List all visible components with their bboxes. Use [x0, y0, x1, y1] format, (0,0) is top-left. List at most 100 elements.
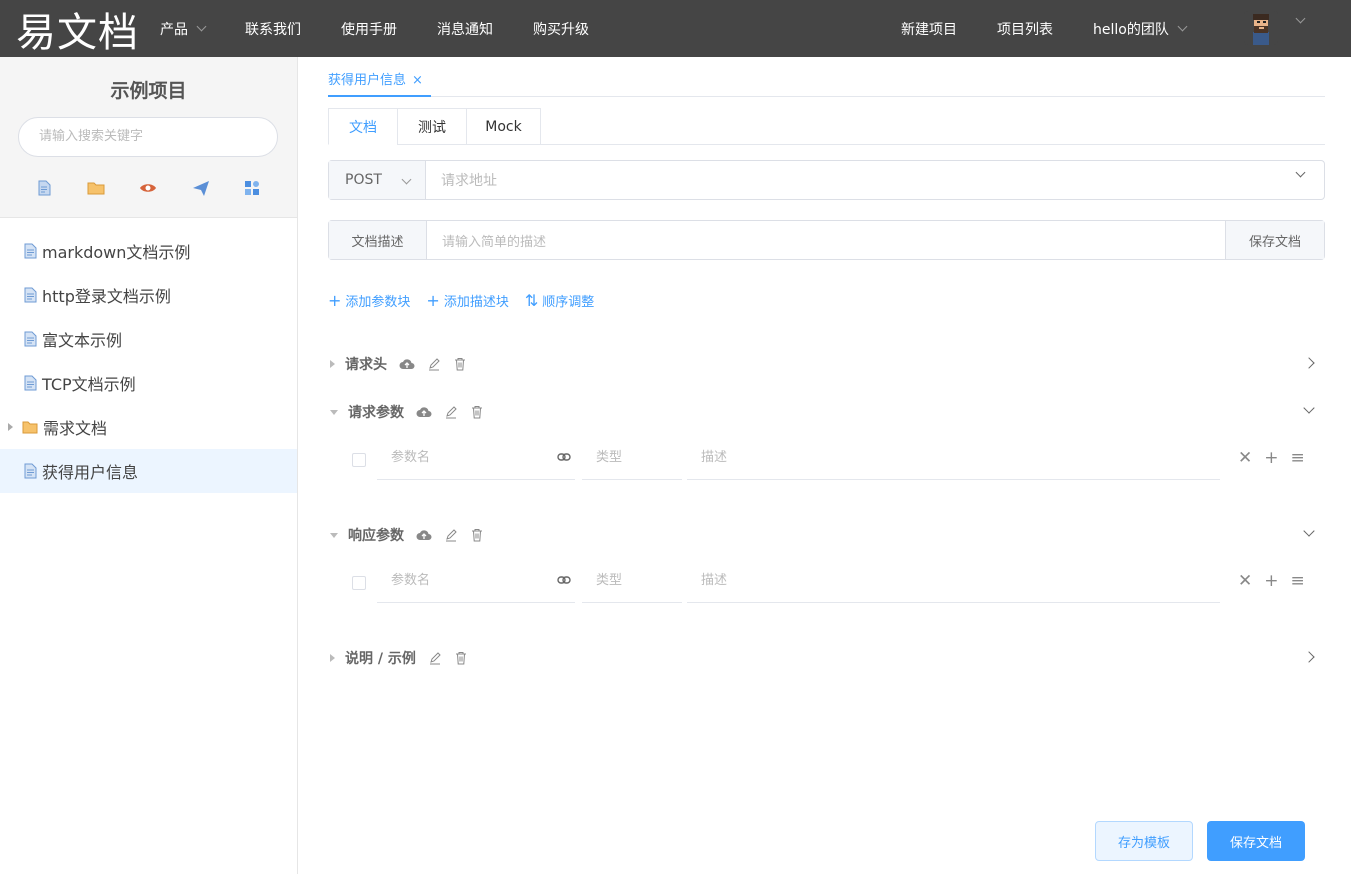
team-label: hello的团队 — [1093, 21, 1169, 38]
link-icon[interactable] — [557, 575, 571, 585]
chevron-down-icon[interactable] — [1295, 13, 1306, 24]
save-doc-button[interactable]: 保存文档 — [1207, 821, 1305, 861]
file-icon — [24, 375, 37, 391]
sidebar: 示例项目 请输入搜索关键字 markdown文档示例 http登录文档示例 富文… — [0, 57, 298, 874]
cloud-upload-icon[interactable] — [416, 528, 432, 542]
tree-item-label: TCP文档示例 — [42, 375, 136, 394]
tree-item-tcp[interactable]: TCP文档示例 — [0, 361, 297, 405]
section-example[interactable]: 说明 / 示例 — [328, 648, 1325, 668]
new-project-link[interactable]: 新建项目 — [901, 19, 957, 39]
section-title: 请求头 — [345, 357, 387, 373]
expand-arrow-icon — [330, 360, 335, 368]
nav-upgrade[interactable]: 购买升级 — [533, 19, 589, 39]
team-dropdown[interactable]: hello的团队 — [1093, 19, 1188, 39]
edit-icon[interactable] — [428, 651, 442, 665]
tree-item-label: http登录文档示例 — [42, 287, 171, 306]
chevron-right-icon[interactable] — [1303, 357, 1315, 369]
top-navbar: 易文档 产品 联系我们 使用手册 消息通知 购买升级 新建项目 项目列表 hel… — [0, 0, 1351, 57]
add-desc-block-button[interactable]: + 添加描述块 — [426, 291, 508, 310]
cloud-upload-icon[interactable] — [399, 357, 415, 371]
edit-icon[interactable] — [444, 405, 458, 419]
chevron-down-icon — [196, 21, 207, 31]
send-icon[interactable] — [192, 179, 210, 197]
trash-icon[interactable] — [470, 528, 484, 542]
param-desc-input[interactable]: 描述 — [687, 442, 1220, 480]
section-request-params[interactable]: 请求参数 — [328, 402, 1325, 422]
plus-icon[interactable]: + — [1264, 450, 1278, 467]
expand-arrow-icon[interactable] — [8, 423, 13, 431]
close-icon[interactable]: ✕ — [1238, 450, 1252, 467]
chevron-down-icon[interactable] — [1303, 525, 1315, 537]
avatar[interactable] — [1244, 11, 1278, 45]
section-request-headers[interactable]: 请求头 — [328, 354, 1325, 374]
response-param-row: 参数名 类型 描述 ✕ + ≡ — [328, 561, 1325, 603]
sidebar-tools — [0, 179, 298, 199]
chevron-down-icon[interactable] — [1303, 402, 1315, 414]
section-response-params[interactable]: 响应参数 — [328, 525, 1325, 545]
action-label: 顺序调整 — [542, 295, 595, 310]
chevron-down-icon[interactable] — [1295, 167, 1306, 178]
param-name-input[interactable]: 参数名 — [377, 442, 575, 480]
plus-icon[interactable]: + — [1264, 573, 1278, 590]
trash-icon[interactable] — [454, 651, 468, 665]
tree-item-richtext[interactable]: 富文本示例 — [0, 317, 297, 361]
avatar-image — [1253, 14, 1269, 45]
sidebar-header: 示例项目 请输入搜索关键字 — [0, 57, 297, 218]
collapse-arrow-icon — [330, 532, 338, 538]
chevron-down-icon — [401, 174, 412, 185]
edit-icon[interactable] — [427, 357, 441, 371]
folder-icon[interactable] — [87, 179, 105, 197]
menu-icon[interactable]: ≡ — [1291, 450, 1305, 467]
desc-save-button[interactable]: 保存文档 — [1225, 221, 1324, 259]
action-label: 添加描述块 — [443, 295, 509, 310]
grid-icon[interactable] — [243, 179, 261, 197]
param-type-input[interactable]: 类型 — [582, 442, 682, 480]
close-icon[interactable]: × — [412, 73, 423, 88]
tree-item-markdown[interactable]: markdown文档示例 — [0, 229, 297, 273]
param-checkbox[interactable] — [352, 453, 366, 467]
nav-manual[interactable]: 使用手册 — [341, 19, 397, 39]
project-title: 示例项目 — [110, 80, 187, 102]
add-param-block-button[interactable]: + 添加参数块 — [328, 291, 410, 310]
trash-icon[interactable] — [470, 405, 484, 419]
search-input[interactable]: 请输入搜索关键字 — [18, 117, 278, 157]
project-list-link[interactable]: 项目列表 — [997, 19, 1053, 39]
nav-notifications[interactable]: 消息通知 — [437, 19, 493, 39]
subtab-divider — [540, 144, 1325, 145]
tab-test[interactable]: 测试 — [397, 108, 467, 145]
file-icon[interactable] — [35, 179, 53, 197]
nav-product[interactable]: 产品 — [160, 19, 207, 39]
eye-icon[interactable] — [139, 179, 157, 197]
tab-doc[interactable]: 文档 — [328, 108, 398, 145]
tab-mock[interactable]: Mock — [466, 108, 541, 145]
edit-icon[interactable] — [444, 528, 458, 542]
param-checkbox[interactable] — [352, 576, 366, 590]
action-label: 添加参数块 — [345, 295, 411, 310]
tree-item-requirements[interactable]: 需求文档 — [0, 405, 297, 449]
save-template-button[interactable]: 存为模板 — [1095, 821, 1193, 861]
link-icon[interactable] — [557, 452, 571, 462]
chevron-right-icon[interactable] — [1303, 651, 1315, 663]
param-desc-input[interactable]: 描述 — [687, 565, 1220, 603]
menu-icon[interactable]: ≡ — [1291, 573, 1305, 590]
nav-contact[interactable]: 联系我们 — [245, 19, 301, 39]
tree-item-get-user-info[interactable]: 获得用户信息 — [0, 449, 297, 493]
tree-item-http-login[interactable]: http登录文档示例 — [0, 273, 297, 317]
logo[interactable]: 易文档 — [0, 0, 160, 58]
param-name-input[interactable]: 参数名 — [377, 565, 575, 603]
reorder-button[interactable]: ⇅ 顺序调整 — [525, 291, 594, 310]
method-select[interactable]: POST — [329, 161, 426, 199]
param-row-actions: ✕ + ≡ — [1238, 573, 1317, 590]
url-input[interactable]: 请求地址 — [426, 161, 1324, 199]
tree-item-label: 富文本示例 — [42, 331, 123, 350]
file-icon — [24, 331, 37, 347]
desc-input[interactable]: 请输入简单的描述 — [427, 221, 1225, 259]
nav-upgrade-label: 购买升级 — [533, 21, 589, 38]
url-placeholder: 请求地址 — [441, 173, 497, 189]
param-type-input[interactable]: 类型 — [582, 565, 682, 603]
trash-icon[interactable] — [453, 357, 467, 371]
cloud-upload-icon[interactable] — [416, 405, 432, 419]
nav-right: 新建项目 项目列表 hello的团队 — [901, 0, 1226, 57]
open-doc-tab[interactable]: 获得用户信息 × — [328, 69, 423, 97]
close-icon[interactable]: ✕ — [1238, 573, 1252, 590]
